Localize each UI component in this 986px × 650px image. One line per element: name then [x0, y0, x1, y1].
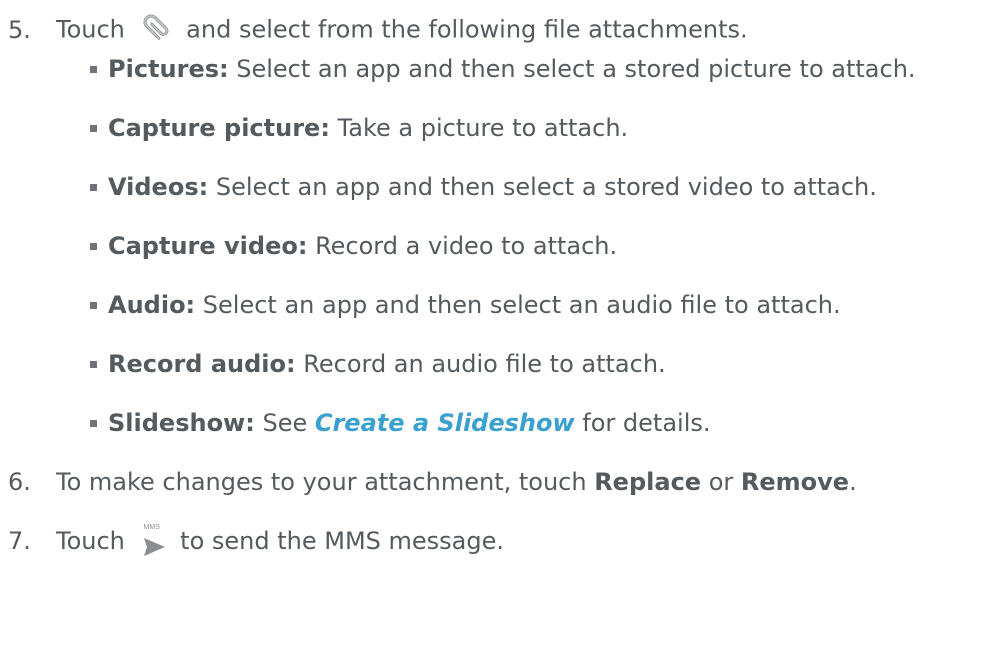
- attachment-desc: Record an audio file to attach.: [295, 350, 666, 378]
- attachment-term: Videos:: [108, 173, 209, 201]
- step-text-after: .: [849, 468, 857, 496]
- bullet-icon: [90, 243, 97, 250]
- attachment-capture-video: Capture video: Record a video to attach.: [108, 231, 617, 261]
- step-text-after: and select from the following file attac…: [186, 15, 748, 44]
- attachment-term: Audio:: [108, 291, 196, 319]
- attachment-desc: Select an app and then select a stored p…: [228, 55, 916, 83]
- attachment-term: Pictures:: [108, 55, 229, 83]
- attachment-desc: Select an app and then select an audio f…: [195, 291, 841, 319]
- step-text-after: to send the MMS message.: [180, 527, 505, 555]
- step-number: 6.: [8, 468, 31, 496]
- step-number: 5.: [8, 15, 31, 44]
- attachment-term: Capture picture:: [108, 114, 330, 142]
- bullet-icon: [90, 184, 97, 191]
- attachment-slideshow: Slideshow: See Create a Slideshow for de…: [108, 408, 711, 438]
- attachment-desc: Select an app and then select a stored v…: [208, 173, 877, 201]
- step-number: 7.: [8, 527, 31, 555]
- create-slideshow-link[interactable]: Create a Slideshow: [315, 409, 575, 437]
- attachment-videos: Videos: Select an app and then select a …: [108, 172, 877, 202]
- attachment-term: Record audio:: [108, 350, 296, 378]
- bullet-icon: [90, 361, 97, 368]
- attachment-audio: Audio: Select an app and then select an …: [108, 290, 841, 320]
- step-text-before: Touch: [56, 15, 125, 44]
- bullet-icon: [90, 125, 97, 132]
- attachment-desc: Record a video to attach.: [307, 232, 618, 260]
- step-6: 6. To make changes to your attachment, to…: [8, 467, 857, 497]
- step-text-before: Touch: [56, 527, 125, 555]
- attachment-record-audio: Record audio: Record an audio file to at…: [108, 349, 666, 379]
- step-7: 7. Touch MMS to send the MMS message.: [8, 524, 505, 558]
- bullet-icon: [90, 302, 97, 309]
- attachment-capture-picture: Capture picture: Take a picture to attac…: [108, 113, 628, 143]
- step-5: 5. Touch and select from the following fi…: [8, 10, 748, 51]
- mms-send-icon: MMS: [139, 524, 169, 558]
- attachment-term: Capture video:: [108, 232, 308, 260]
- attachment-desc: Take a picture to attach.: [329, 114, 629, 142]
- attachment-pictures: Pictures: Select an app and then select …: [108, 54, 916, 84]
- bullet-icon: [90, 66, 97, 73]
- paperclip-icon: [139, 10, 173, 51]
- step-text-middle: or: [701, 468, 741, 496]
- attachment-term: Slideshow:: [108, 409, 255, 437]
- bullet-icon: [90, 420, 97, 427]
- attachment-desc: for details.: [574, 409, 711, 437]
- attachment-desc: See: [254, 409, 315, 437]
- replace-label: Replace: [594, 468, 702, 496]
- remove-label: Remove: [740, 468, 850, 496]
- step-text-before: To make changes to your attachment, touc…: [56, 468, 595, 496]
